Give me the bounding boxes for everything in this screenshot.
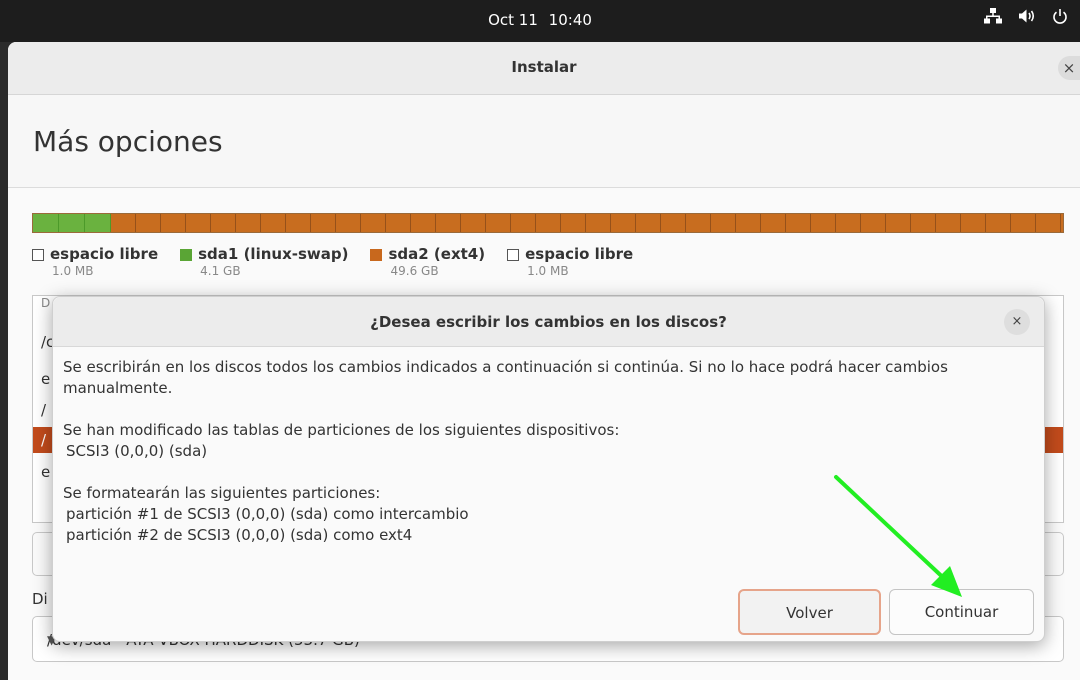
legend-item-ext4: sda2 (ext4) 49.6 GB: [370, 245, 485, 278]
clock-date: Oct 11: [488, 11, 538, 29]
network-icon[interactable]: [984, 8, 1002, 24]
legend-name: espacio libre: [525, 245, 634, 263]
format-partition-item: partición #2 de SCSI3 (0,0,0) (sda) como…: [66, 526, 413, 544]
legend-swatch: [32, 249, 44, 261]
dialog-intro-text: Se escribirán en los discos todos los ca…: [63, 358, 948, 397]
table-header-fragment: D: [41, 296, 51, 310]
legend-item-free-1: espacio libre 1.0 MB: [32, 245, 158, 278]
legend-name: sda1 (linux-swap): [198, 245, 349, 263]
modified-tables-heading: Se han modificado las tablas de particio…: [63, 421, 620, 439]
window-title: Instalar: [511, 58, 577, 76]
legend-item-free-2: espacio libre 1.0 MB: [507, 245, 633, 278]
modified-device: SCSI3 (0,0,0) (sda): [66, 442, 208, 460]
clock[interactable]: Oct 11 10:40: [0, 11, 1080, 29]
legend-size: 1.0 MB: [527, 264, 569, 278]
legend-name: espacio libre: [50, 245, 159, 263]
partition-bar: [32, 213, 1064, 233]
dialog-title: ¿Desea escribir los cambios en los disco…: [370, 313, 727, 331]
top-bar: Oct 11 10:40: [0, 0, 1080, 42]
continue-button[interactable]: Continuar: [889, 589, 1034, 635]
window-titlebar: Instalar ×: [8, 42, 1080, 95]
partition-segment-ext4: [111, 214, 1063, 232]
boot-device-label: Di: [32, 590, 48, 608]
legend-swatch: [180, 249, 193, 261]
dialog-close-button[interactable]: ×: [1004, 309, 1030, 335]
volume-icon[interactable]: [1018, 8, 1036, 24]
back-button[interactable]: Volver: [738, 589, 881, 635]
confirm-dialog: ¿Desea escribir los cambios en los disco…: [52, 296, 1045, 642]
format-heading: Se formatearán las siguientes particione…: [63, 484, 381, 502]
legend-size: 4.1 GB: [200, 264, 241, 278]
legend-item-swap: sda1 (linux-swap) 4.1 GB: [180, 245, 348, 278]
legend-size: 49.6 GB: [390, 264, 439, 278]
legend-swatch: [370, 249, 383, 261]
partition-legend: espacio libre 1.0 MB sda1 (linux-swap) 4.1…: [32, 245, 633, 278]
dialog-titlebar: ¿Desea escribir los cambios en los disco…: [53, 297, 1044, 347]
page-header: Más opciones: [8, 95, 1080, 188]
dialog-body: Se escribirán en los discos todos los ca…: [63, 357, 1038, 546]
partition-segment-swap: [33, 214, 112, 232]
power-icon[interactable]: [1052, 8, 1068, 24]
system-tray[interactable]: [984, 8, 1068, 24]
legend-size: 1.0 MB: [52, 264, 94, 278]
page-title: Más opciones: [33, 125, 223, 158]
clock-time: 10:40: [548, 11, 592, 29]
format-partition-item: partición #1 de SCSI3 (0,0,0) (sda) como…: [66, 505, 469, 523]
legend-name: sda2 (ext4): [388, 245, 486, 263]
legend-swatch: [507, 249, 520, 261]
window-close-button[interactable]: ×: [1058, 56, 1080, 80]
